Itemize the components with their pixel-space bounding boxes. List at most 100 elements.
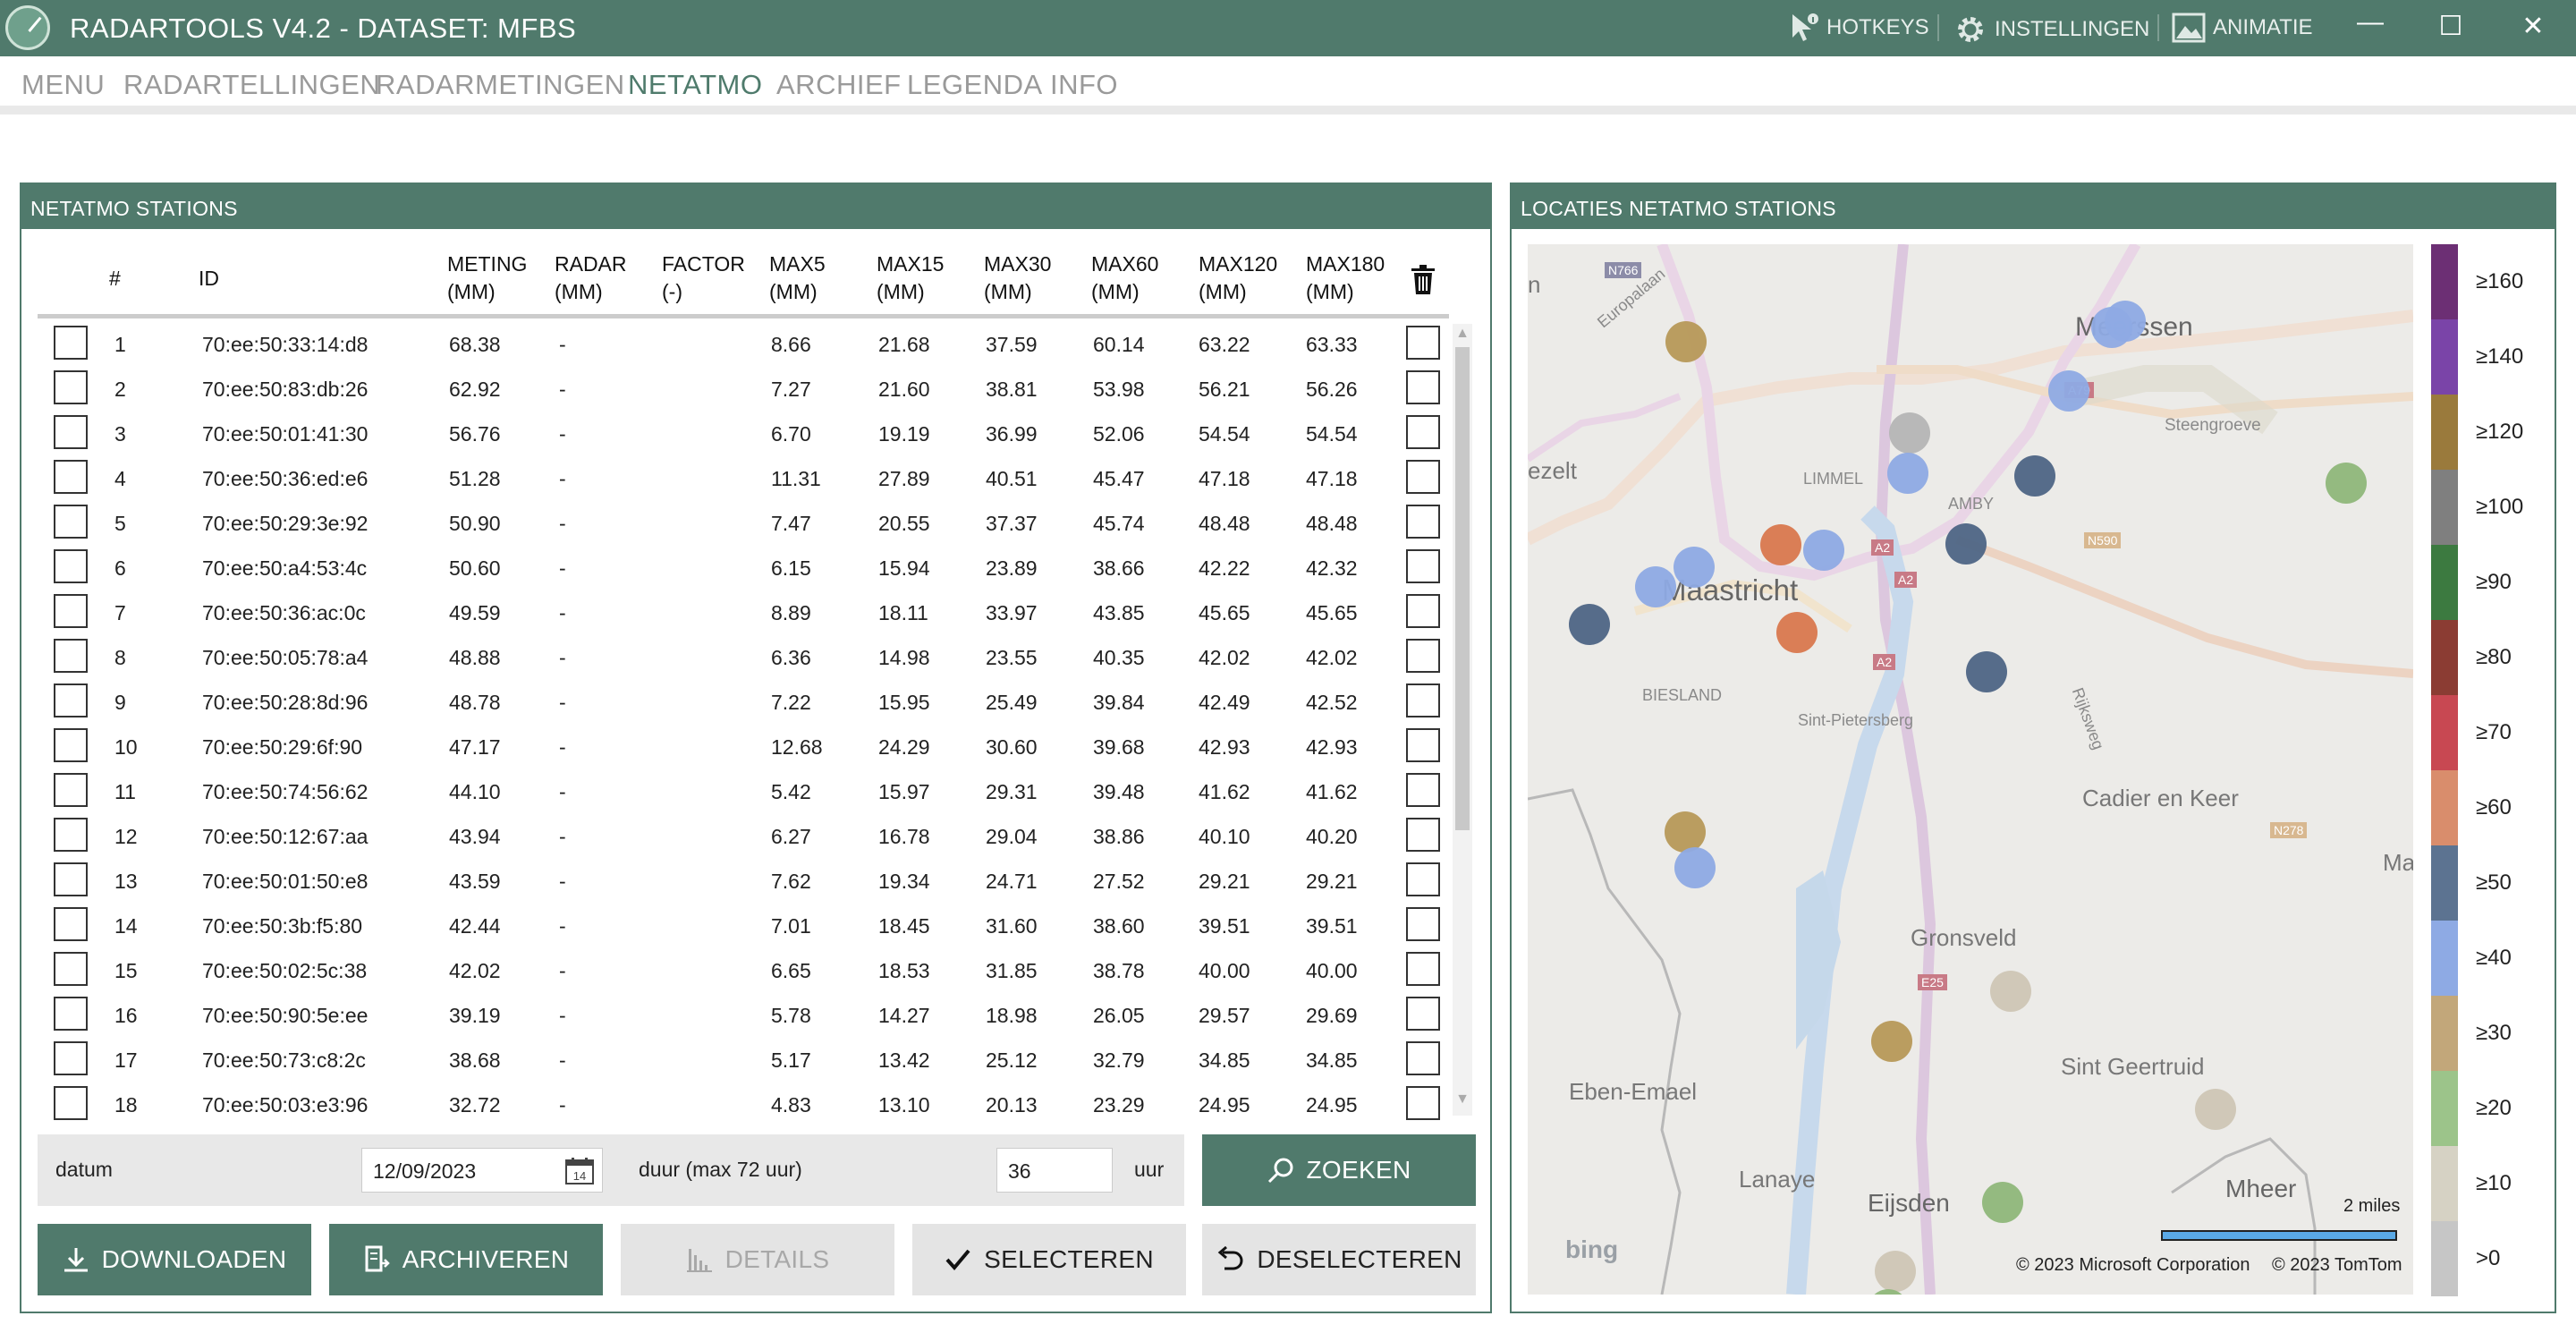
row-select-checkbox[interactable] xyxy=(54,952,88,986)
download-button[interactable]: DOWNLOADEN xyxy=(38,1224,311,1295)
station-marker[interactable] xyxy=(1945,523,1987,565)
table-row[interactable]: 18 70:ee:50:03:e3:96 32.72 - 4.83 13.10 20.13 2… xyxy=(38,1081,1449,1125)
row-delete-checkbox[interactable] xyxy=(1406,1041,1440,1075)
animation-button[interactable]: ANIMATIE xyxy=(2172,13,2313,43)
trash-icon[interactable] xyxy=(1410,265,1436,295)
row-select-checkbox[interactable] xyxy=(54,326,88,360)
close-button[interactable]: ✕ xyxy=(2515,11,2551,42)
row-select-checkbox[interactable] xyxy=(54,728,88,762)
search-button[interactable]: ZOEKEN xyxy=(1202,1134,1476,1206)
table-row[interactable]: 1 70:ee:50:33:14:d8 68.38 - 8.66 21.68 37.59 60… xyxy=(38,320,1449,365)
table-row[interactable]: 15 70:ee:50:02:5c:38 42.02 - 6.65 18.53 31.85 3… xyxy=(38,947,1449,991)
menu-item-radarmetingen[interactable]: RADARMETINGEN xyxy=(376,69,625,101)
station-map[interactable]: Maastricht Meerssen LIMMEL AMBY Steengro… xyxy=(1528,244,2413,1295)
details-button[interactable]: DETAILS xyxy=(621,1224,894,1295)
menu-item-netatmo[interactable]: NETATMO xyxy=(628,69,762,101)
table-row[interactable]: 16 70:ee:50:90:5e:ee 39.19 - 5.78 14.27 18.98 2… xyxy=(38,991,1449,1036)
row-delete-checkbox[interactable] xyxy=(1406,1086,1440,1120)
row-delete-checkbox[interactable] xyxy=(1406,952,1440,986)
menu-item-menu[interactable]: MENU xyxy=(21,69,105,101)
station-marker[interactable] xyxy=(1760,524,1801,565)
station-marker[interactable] xyxy=(1674,847,1716,888)
row-select-checkbox[interactable] xyxy=(54,594,88,628)
table-row[interactable]: 9 70:ee:50:28:8d:96 48.78 - 7.22 15.95 25.49 39… xyxy=(38,678,1449,723)
table-row[interactable]: 3 70:ee:50:01:41:30 56.76 - 6.70 19.19 36.99 52… xyxy=(38,410,1449,454)
menu-item-radartellingen[interactable]: RADARTELLINGEN xyxy=(123,69,380,101)
row-select-checkbox[interactable] xyxy=(54,639,88,673)
station-marker[interactable] xyxy=(2014,455,2055,497)
row-select-checkbox[interactable] xyxy=(54,415,88,449)
row-delete-checkbox[interactable] xyxy=(1406,505,1440,539)
row-delete-checkbox[interactable] xyxy=(1406,862,1440,896)
row-select-checkbox[interactable] xyxy=(54,683,88,717)
row-select-checkbox[interactable] xyxy=(54,907,88,941)
row-delete-checkbox[interactable] xyxy=(1406,415,1440,449)
station-marker[interactable] xyxy=(1803,530,1844,571)
row-delete-checkbox[interactable] xyxy=(1406,594,1440,628)
table-row[interactable]: 8 70:ee:50:05:78:a4 48.88 - 6.36 14.98 23.55 40… xyxy=(38,633,1449,678)
station-marker[interactable] xyxy=(1990,971,2031,1012)
row-delete-checkbox[interactable] xyxy=(1406,683,1440,717)
station-marker[interactable] xyxy=(1875,1251,1916,1292)
station-marker[interactable] xyxy=(1776,612,1818,653)
station-marker[interactable] xyxy=(1665,811,1706,853)
table-row[interactable]: 6 70:ee:50:a4:53:4c 50.60 - 6.15 15.94 23.89 38… xyxy=(38,544,1449,589)
row-delete-checkbox[interactable] xyxy=(1406,549,1440,583)
table-row[interactable]: 7 70:ee:50:36:ac:0c 49.59 - 8.89 18.11 33.97 43… xyxy=(38,589,1449,633)
table-row[interactable]: 14 70:ee:50:3b:f5:80 42.44 - 7.01 18.45 31.60 3… xyxy=(38,902,1449,947)
row-delete-checkbox[interactable] xyxy=(1406,997,1440,1031)
station-marker[interactable] xyxy=(2326,463,2367,504)
row-select-checkbox[interactable] xyxy=(54,773,88,807)
select-button[interactable]: SELECTEREN xyxy=(912,1224,1186,1295)
maximize-button[interactable]: ☐ xyxy=(2433,11,2469,42)
station-marker[interactable] xyxy=(1982,1182,2023,1223)
scroll-up-icon[interactable]: ▲ xyxy=(1453,326,1472,345)
duur-input[interactable]: 36 xyxy=(996,1148,1113,1193)
station-marker[interactable] xyxy=(1871,1021,1912,1062)
row-delete-checkbox[interactable] xyxy=(1406,326,1440,360)
scrollbar-thumb[interactable] xyxy=(1455,347,1470,830)
table-row[interactable]: 2 70:ee:50:83:db:26 62.92 - 7.27 21.60 38.81 53… xyxy=(38,365,1449,410)
station-marker[interactable] xyxy=(1674,547,1715,588)
minimize-button[interactable]: — xyxy=(2352,7,2388,38)
table-row[interactable]: 4 70:ee:50:36:ed:e6 51.28 - 11.31 27.89 40.51 4… xyxy=(38,454,1449,499)
menu-item-legenda[interactable]: LEGENDA xyxy=(907,69,1043,101)
row-select-checkbox[interactable] xyxy=(54,997,88,1031)
table-row[interactable]: 17 70:ee:50:73:c8:2c 38.68 - 5.17 13.42 25.12 3… xyxy=(38,1036,1449,1081)
deselect-button[interactable]: DESELECTEREN xyxy=(1202,1224,1476,1295)
row-select-checkbox[interactable] xyxy=(54,862,88,896)
station-marker[interactable] xyxy=(1887,453,1928,494)
row-select-checkbox[interactable] xyxy=(54,1086,88,1120)
table-row[interactable]: 12 70:ee:50:12:67:aa 43.94 - 6.27 16.78 29.04 3… xyxy=(38,812,1449,857)
table-row[interactable]: 13 70:ee:50:01:50:e8 43.59 - 7.62 19.34 24.71 2… xyxy=(38,857,1449,902)
row-delete-checkbox[interactable] xyxy=(1406,460,1440,494)
station-marker[interactable] xyxy=(1569,604,1610,645)
station-marker[interactable] xyxy=(1966,651,2007,692)
row-select-checkbox[interactable] xyxy=(54,818,88,852)
station-marker[interactable] xyxy=(2195,1089,2236,1130)
station-marker[interactable] xyxy=(1665,321,1707,362)
row-delete-checkbox[interactable] xyxy=(1406,370,1440,404)
menu-item-archief[interactable]: ARCHIEF xyxy=(776,69,902,101)
table-row[interactable]: 10 70:ee:50:29:6f:90 47.17 - 12.68 24.29 30.60… xyxy=(38,723,1449,768)
row-delete-checkbox[interactable] xyxy=(1406,818,1440,852)
row-delete-checkbox[interactable] xyxy=(1406,639,1440,673)
settings-button[interactable]: INSTELLINGEN xyxy=(1953,13,2149,47)
row-select-checkbox[interactable] xyxy=(54,460,88,494)
row-delete-checkbox[interactable] xyxy=(1406,773,1440,807)
row-delete-checkbox[interactable] xyxy=(1406,907,1440,941)
calendar-icon[interactable]: 14 xyxy=(565,1158,594,1184)
station-marker[interactable] xyxy=(2091,307,2132,348)
menu-item-info[interactable]: INFO xyxy=(1050,69,1118,101)
row-delete-checkbox[interactable] xyxy=(1406,728,1440,762)
station-marker[interactable] xyxy=(2048,370,2089,412)
station-marker[interactable] xyxy=(1889,412,1930,454)
table-row[interactable]: 5 70:ee:50:29:3e:92 50.90 - 7.47 20.55 37.37 45… xyxy=(38,499,1449,544)
hotkeys-button[interactable]: HOTKEYS xyxy=(1789,13,1929,43)
row-select-checkbox[interactable] xyxy=(54,505,88,539)
station-marker[interactable] xyxy=(1635,566,1676,607)
row-select-checkbox[interactable] xyxy=(54,370,88,404)
archive-button[interactable]: ARCHIVEREN xyxy=(329,1224,603,1295)
scroll-down-icon[interactable]: ▼ xyxy=(1453,1091,1472,1111)
row-select-checkbox[interactable] xyxy=(54,549,88,583)
